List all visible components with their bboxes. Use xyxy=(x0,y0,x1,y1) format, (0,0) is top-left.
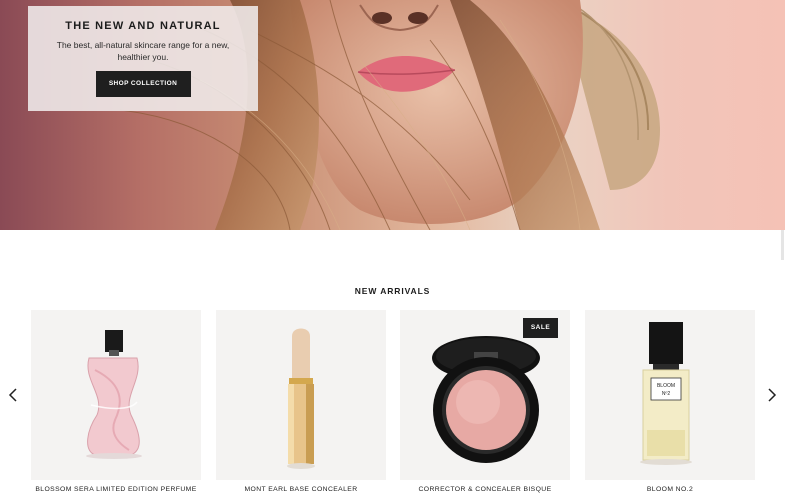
hero-subtitle: The best, all-natural skincare range for… xyxy=(56,40,230,62)
bottle-label-line1: BLOOM xyxy=(657,383,675,389)
product-name[interactable]: BLOSSOM SERA LIMITED EDITION PERFUME xyxy=(31,486,201,493)
gold-concealer-stick-image xyxy=(287,328,315,469)
product-name[interactable]: CORRECTOR & CONCEALER BISQUE xyxy=(400,486,570,493)
product-card[interactable]: BLOOM Nº2 xyxy=(585,310,755,480)
product-card[interactable] xyxy=(31,310,201,480)
hero-banner: THE NEW AND NATURAL The best, all-natura… xyxy=(0,0,785,230)
perfume-bottle-black-cap-image: BLOOM Nº2 xyxy=(640,322,692,465)
shop-collection-button[interactable]: SHOP COLLECTION xyxy=(95,71,191,97)
product-card[interactable]: SALE xyxy=(400,310,570,480)
carousel-prev-button[interactable] xyxy=(6,384,20,406)
product-name[interactable]: MONT EARL BASE CONCEALER xyxy=(216,486,386,493)
hero-promo-box: THE NEW AND NATURAL The best, all-natura… xyxy=(28,6,258,111)
chevron-left-icon xyxy=(8,388,17,402)
product-card[interactable] xyxy=(216,310,386,480)
chevron-right-icon xyxy=(768,388,777,402)
hero-title: THE NEW AND NATURAL xyxy=(65,20,221,32)
scrollbar[interactable] xyxy=(781,230,784,260)
bottle-label-line2: Nº2 xyxy=(662,391,670,397)
product-name[interactable]: BLOOM NO.2 xyxy=(585,486,755,493)
sale-badge: SALE xyxy=(523,318,558,338)
new-arrivals-title: NEW ARRIVALS xyxy=(354,286,431,296)
carousel-next-button[interactable] xyxy=(765,384,779,406)
pink-perfume-bottle-image xyxy=(86,330,142,459)
